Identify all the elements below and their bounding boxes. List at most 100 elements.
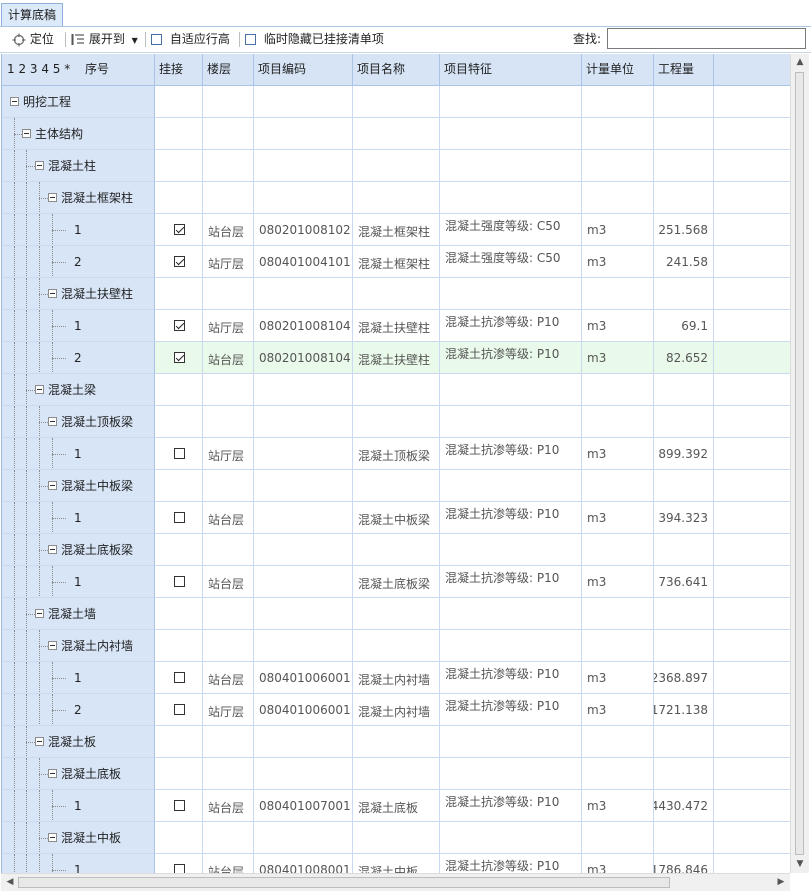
locate-button[interactable]: 定位 bbox=[12, 27, 54, 52]
table-row[interactable]: 1 站台层 混凝土中板梁 混凝土抗渗等级: P10 m3 394.323 bbox=[2, 502, 791, 534]
tree-guide-line bbox=[14, 534, 15, 565]
cell-attach[interactable] bbox=[155, 278, 203, 310]
cell-qty-value: 394.323 bbox=[658, 511, 708, 525]
cell-attach[interactable] bbox=[155, 630, 203, 662]
table-row[interactable]: 1 站厅层 混凝土顶板梁 混凝土抗渗等级: P10 m3 899.392 bbox=[2, 438, 791, 470]
tree-group-row[interactable]: 主体结构 bbox=[2, 118, 791, 150]
tree-group-row[interactable]: 混凝土梁 bbox=[2, 374, 791, 406]
attach-checkbox[interactable] bbox=[174, 672, 185, 683]
cell-attach[interactable] bbox=[155, 790, 203, 822]
cell-attach[interactable] bbox=[155, 470, 203, 502]
tree-group-row[interactable]: 混凝土底板梁 bbox=[2, 534, 791, 566]
table-row[interactable]: 1 站厅层 080201008104 混凝土扶壁柱 混凝土抗渗等级: P10 m3 69.1 bbox=[2, 310, 791, 342]
tree-group-row[interactable]: 混凝土板 bbox=[2, 726, 791, 758]
cell-attach[interactable] bbox=[155, 214, 203, 246]
cell-attach[interactable] bbox=[155, 854, 203, 873]
cell-attach[interactable] bbox=[155, 438, 203, 470]
cell-attach[interactable] bbox=[155, 150, 203, 182]
cell-attach[interactable] bbox=[155, 182, 203, 214]
table-row[interactable]: 2 站厅层 080401004101 混凝土框架柱 混凝土强度等级: C50 m3 241.… bbox=[2, 246, 791, 278]
cell-attach[interactable] bbox=[155, 758, 203, 790]
cell-attach[interactable] bbox=[155, 118, 203, 150]
tree-group-row[interactable]: 明挖工程 bbox=[2, 86, 791, 118]
cell-qty: 251.568 bbox=[654, 214, 714, 246]
attach-checkbox[interactable] bbox=[174, 256, 185, 267]
cell-attach[interactable] bbox=[155, 502, 203, 534]
cell-attach[interactable] bbox=[155, 662, 203, 694]
attach-checkbox[interactable] bbox=[174, 576, 185, 587]
tree-connector-line bbox=[52, 582, 66, 583]
attach-checkbox[interactable] bbox=[174, 512, 185, 523]
cell-attach[interactable] bbox=[155, 726, 203, 758]
tab-calc-draft[interactable]: 计算底稿 bbox=[1, 3, 63, 26]
cell-attach[interactable] bbox=[155, 374, 203, 406]
tree-group-row[interactable]: 混凝土柱 bbox=[2, 150, 791, 182]
collapse-icon[interactable] bbox=[48, 193, 57, 202]
vertical-scroll-thumb[interactable] bbox=[795, 72, 804, 855]
tree-group-row[interactable]: 混凝土框架柱 bbox=[2, 182, 791, 214]
table-row[interactable]: 1 站台层 080401007001 混凝土底板 混凝土抗渗等级: P10 m3 4430.… bbox=[2, 790, 791, 822]
vertical-scrollbar[interactable]: ▲ ▼ bbox=[790, 54, 809, 873]
collapse-icon[interactable] bbox=[48, 481, 57, 490]
search-input[interactable] bbox=[607, 28, 806, 49]
cell-feature: 混凝土抗渗等级: P10 bbox=[440, 310, 582, 342]
cell-feature bbox=[440, 598, 582, 630]
cell-attach[interactable] bbox=[155, 86, 203, 118]
collapse-icon[interactable] bbox=[22, 129, 31, 138]
attach-checkbox[interactable] bbox=[174, 800, 185, 811]
collapse-icon[interactable] bbox=[48, 769, 57, 778]
tree-group-row[interactable]: 混凝土中板梁 bbox=[2, 470, 791, 502]
cell-attach[interactable] bbox=[155, 406, 203, 438]
cell-attach[interactable] bbox=[155, 822, 203, 854]
tree-group-row[interactable]: 混凝土内衬墙 bbox=[2, 630, 791, 662]
tree-group-row[interactable]: 混凝土扶壁柱 bbox=[2, 278, 791, 310]
scroll-up-icon[interactable]: ▲ bbox=[791, 54, 809, 71]
cell-attach[interactable] bbox=[155, 566, 203, 598]
cell-attach[interactable] bbox=[155, 342, 203, 374]
cell-attach[interactable] bbox=[155, 246, 203, 278]
tree-group-row[interactable]: 混凝土底板 bbox=[2, 758, 791, 790]
cell-attach[interactable] bbox=[155, 598, 203, 630]
cell-floor-value: 站台层 bbox=[208, 673, 245, 687]
hide-attached-checkbox[interactable]: 临时隐藏已挂接清单项 bbox=[245, 27, 384, 52]
table-row[interactable]: 1 站台层 080201008102 混凝土框架柱 混凝土强度等级: C50 m3 251.… bbox=[2, 214, 791, 246]
table-row[interactable]: 2 站厅层 080401006001 混凝土内衬墙 混凝土抗渗等级: P10 m3 1721… bbox=[2, 694, 791, 726]
collapse-icon[interactable] bbox=[48, 417, 57, 426]
cell-attach[interactable] bbox=[155, 534, 203, 566]
collapse-icon[interactable] bbox=[48, 833, 57, 842]
tree-cell: 混凝土内衬墙 bbox=[2, 630, 155, 662]
collapse-icon[interactable] bbox=[35, 385, 44, 394]
header-levels[interactable]: 1 2 3 4 5 * bbox=[7, 54, 70, 85]
scroll-down-icon[interactable]: ▼ bbox=[791, 856, 809, 873]
horizontal-scrollbar[interactable]: ◀ ▶ bbox=[1, 873, 790, 891]
collapse-icon[interactable] bbox=[48, 289, 57, 298]
tree-group-row[interactable]: 混凝土中板 bbox=[2, 822, 791, 854]
autofit-row-height-checkbox[interactable]: 自适应行高 bbox=[151, 27, 230, 52]
attach-checkbox[interactable] bbox=[174, 320, 185, 331]
cell-attach[interactable] bbox=[155, 694, 203, 726]
cell-attach[interactable] bbox=[155, 310, 203, 342]
horizontal-scroll-thumb[interactable] bbox=[18, 877, 670, 888]
expand-to-dropdown[interactable]: 展开到 ▼ bbox=[71, 27, 138, 52]
attach-checkbox[interactable] bbox=[174, 704, 185, 715]
tree-group-row[interactable]: 混凝土墙 bbox=[2, 598, 791, 630]
tree-group-row[interactable]: 混凝土顶板梁 bbox=[2, 406, 791, 438]
collapse-icon[interactable] bbox=[48, 641, 57, 650]
table-row[interactable]: 2 站台层 080201008104 混凝土扶壁柱 混凝土抗渗等级: P10 m3 82.6… bbox=[2, 342, 791, 374]
table-row[interactable]: 1 站台层 混凝土底板梁 混凝土抗渗等级: P10 m3 736.641 bbox=[2, 566, 791, 598]
attach-checkbox[interactable] bbox=[174, 864, 185, 873]
collapse-icon[interactable] bbox=[35, 161, 44, 170]
attach-checkbox[interactable] bbox=[174, 224, 185, 235]
collapse-icon[interactable] bbox=[48, 545, 57, 554]
table-row[interactable]: 1 站台层 080401006001 混凝土内衬墙 混凝土抗渗等级: P10 m3 2368… bbox=[2, 662, 791, 694]
checkbox-box[interactable] bbox=[245, 34, 256, 45]
collapse-icon[interactable] bbox=[35, 737, 44, 746]
attach-checkbox[interactable] bbox=[174, 352, 185, 363]
table-row[interactable]: 1 站台层 080401008001 混凝土中板 混凝土抗渗等级: P10 m3 1786.… bbox=[2, 854, 791, 873]
attach-checkbox[interactable] bbox=[174, 448, 185, 459]
collapse-icon[interactable] bbox=[10, 97, 19, 106]
collapse-icon[interactable] bbox=[35, 609, 44, 618]
scroll-left-icon[interactable]: ◀ bbox=[1, 874, 19, 891]
checkbox-box[interactable] bbox=[151, 34, 162, 45]
scroll-right-icon[interactable]: ▶ bbox=[772, 874, 790, 891]
